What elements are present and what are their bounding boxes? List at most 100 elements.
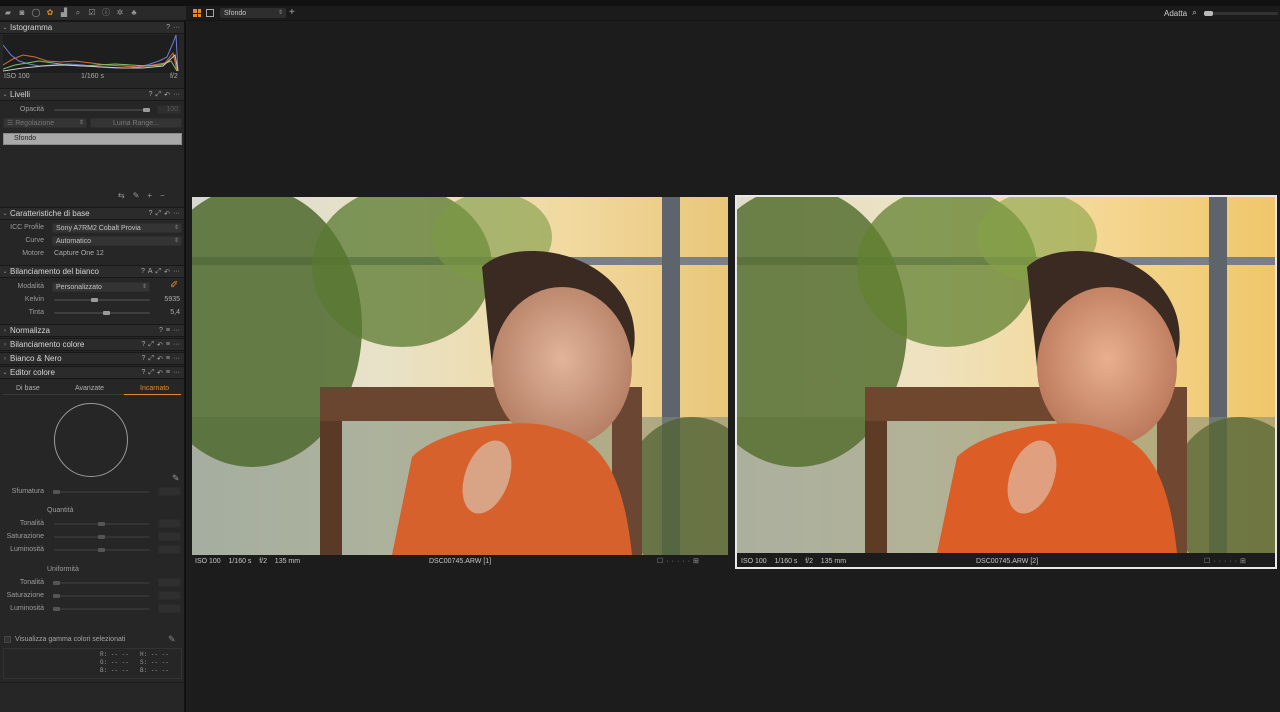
adjust-select[interactable]: ☰ Regolazione ⇕ [3, 118, 87, 128]
uniformity-saturation-knob[interactable] [53, 594, 60, 598]
more-icon[interactable]: ··· [173, 268, 180, 276]
list-icon[interactable]: ≡ [166, 355, 170, 363]
more-icon[interactable]: ··· [173, 24, 180, 31]
list-icon[interactable]: ≡ [166, 369, 170, 377]
camera-icon[interactable]: ◙ [17, 8, 27, 18]
curve-select[interactable]: Automatico ⇕ [52, 236, 182, 246]
histogram-header[interactable]: ⌄ Istogramma ? ··· [0, 21, 184, 34]
expand-icon[interactable]: ⤢ [148, 369, 154, 377]
folder-icon[interactable]: ▰ [3, 8, 13, 18]
zoom-slider-knob[interactable] [1204, 11, 1213, 16]
exposure-icon[interactable]: ▟ [59, 8, 69, 18]
expand-icon[interactable]: ⤢ [156, 210, 162, 218]
expand-icon[interactable]: ⤢ [148, 355, 154, 363]
uniformity-saturation-value-box[interactable] [158, 591, 181, 600]
image-1-rating[interactable]: ☐·····⊞ [657, 557, 702, 565]
more-icon[interactable]: ··· [173, 327, 180, 334]
help-icon[interactable]: ? [142, 369, 146, 377]
layer-select[interactable]: Sfondo ⇕ [220, 8, 286, 18]
reset-icon[interactable]: ↶ [164, 268, 170, 276]
amount-luminosity-knob[interactable] [98, 548, 105, 552]
reset-icon[interactable]: ↶ [164, 210, 170, 218]
tint-slider-knob[interactable] [102, 311, 110, 315]
amount-saturation-value-box[interactable] [158, 532, 181, 541]
kelvin-slider-knob[interactable] [91, 298, 99, 302]
help-icon[interactable]: ? [141, 268, 145, 276]
tab-basic[interactable]: Di base [16, 385, 40, 392]
image-2-rating[interactable]: ☐·····⊞ [1204, 557, 1249, 565]
image-variant-1[interactable] [192, 197, 728, 555]
grid-icon[interactable]: ⊞ [1240, 558, 1249, 565]
skin-picker-icon[interactable]: ✎ [172, 473, 180, 484]
basic-characteristics-header[interactable]: ⌄ Caratteristiche di base ? ⤢ ↶ ··· [0, 207, 184, 220]
skin-color-wheel[interactable] [54, 403, 128, 477]
zoom-slider[interactable] [1204, 11, 1278, 16]
uniformity-saturation-slider[interactable] [54, 595, 150, 597]
amount-saturation-knob[interactable] [98, 535, 105, 539]
layer-row[interactable]: Sfondo [3, 133, 182, 145]
color-wheel-icon[interactable]: ✿ [45, 8, 55, 18]
picker-icon[interactable]: ✎ [168, 634, 176, 645]
help-icon[interactable]: ? [149, 210, 153, 218]
uniformity-luminosity-knob[interactable] [53, 607, 60, 611]
icc-profile-select[interactable]: Sony A7RM2 Cobalt Provia ⇕ [52, 223, 182, 233]
more-icon[interactable]: ··· [173, 91, 180, 99]
opacity-slider-knob[interactable] [143, 108, 150, 112]
select-checkbox-icon[interactable]: ☐ [657, 558, 666, 565]
color-balance-header[interactable]: › Bilanciamento colore ? ⤢ ↶ ≡ ··· [0, 338, 184, 351]
help-icon[interactable]: ? [142, 355, 146, 363]
expand-icon[interactable]: ⤢ [156, 91, 162, 99]
people-icon[interactable]: ♣ [129, 8, 139, 18]
help-icon[interactable]: ? [166, 24, 170, 31]
grid-icon[interactable]: ⊞ [693, 558, 702, 565]
amount-hue-knob[interactable] [98, 522, 105, 526]
layers-header[interactable]: ⌄ Livelli ? ⤢ ↶ ··· [0, 88, 184, 101]
color-editor-header[interactable]: ⌄ Editor colore ? ⤢ ↶ ≡ ··· [0, 366, 184, 379]
grid-view-icon[interactable] [193, 9, 201, 17]
uniformity-luminosity-value-box[interactable] [158, 604, 181, 613]
tint-value[interactable]: 5,4 [150, 309, 180, 316]
smoothness-slider[interactable] [54, 491, 150, 493]
show-gamut-checkbox[interactable] [4, 636, 11, 643]
smoothness-value-box[interactable] [158, 487, 181, 496]
info-icon[interactable]: ⓘ [101, 8, 111, 18]
wb-mode-select[interactable]: Personalizzato ⇕ [52, 282, 150, 292]
more-icon[interactable]: ··· [173, 341, 180, 349]
amount-luminosity-value-box[interactable] [158, 545, 181, 554]
reset-icon[interactable]: ↶ [157, 341, 163, 349]
reset-icon[interactable]: ↶ [157, 369, 163, 377]
zoom-icon[interactable]: ⌕ [1192, 7, 1197, 18]
swap-icon[interactable]: ⇆ [118, 191, 125, 200]
brush-icon[interactable]: ✎ [133, 191, 140, 200]
remove-icon[interactable]: − [160, 191, 165, 200]
more-icon[interactable]: ··· [173, 210, 180, 218]
tab-skin-tone[interactable]: Incarnato [140, 385, 169, 392]
black-white-header[interactable]: › Bianco & Nero ? ⤢ ↶ ≡ ··· [0, 352, 184, 365]
smoothness-slider-knob[interactable] [53, 490, 60, 494]
gear-icon[interactable]: ✲ [115, 8, 125, 18]
opacity-slider[interactable] [54, 109, 150, 111]
normalize-header[interactable]: › Normalizza ? ≡ ··· [0, 324, 184, 337]
amount-hue-value-box[interactable] [158, 519, 181, 528]
help-icon[interactable]: ? [149, 91, 153, 99]
auto-icon[interactable]: A [148, 268, 153, 276]
help-icon[interactable]: ? [159, 327, 163, 334]
list-icon[interactable]: ≡ [166, 327, 170, 334]
luma-range-button[interactable]: Luma Range... [90, 118, 182, 128]
search-icon[interactable]: ⌕ [73, 8, 83, 18]
uniformity-hue-value-box[interactable] [158, 578, 181, 587]
opacity-value-box[interactable]: 100 [157, 105, 181, 114]
list-icon[interactable]: ≡ [166, 341, 170, 349]
kelvin-value[interactable]: 5935 [150, 296, 180, 303]
checklist-icon[interactable]: ☑ [87, 8, 97, 18]
uniformity-hue-slider[interactable] [54, 582, 150, 584]
uniformity-hue-knob[interactable] [53, 581, 60, 585]
lens-icon[interactable]: ◯ [31, 8, 41, 18]
expand-icon[interactable]: ⤢ [148, 341, 154, 349]
single-view-icon[interactable] [206, 9, 214, 17]
kelvin-slider[interactable] [54, 299, 150, 301]
fit-label[interactable]: Adatta [1164, 9, 1187, 18]
help-icon[interactable]: ? [142, 341, 146, 349]
expand-icon[interactable]: ⤢ [156, 268, 162, 276]
eyedropper-icon[interactable]: ✐ [170, 280, 178, 291]
